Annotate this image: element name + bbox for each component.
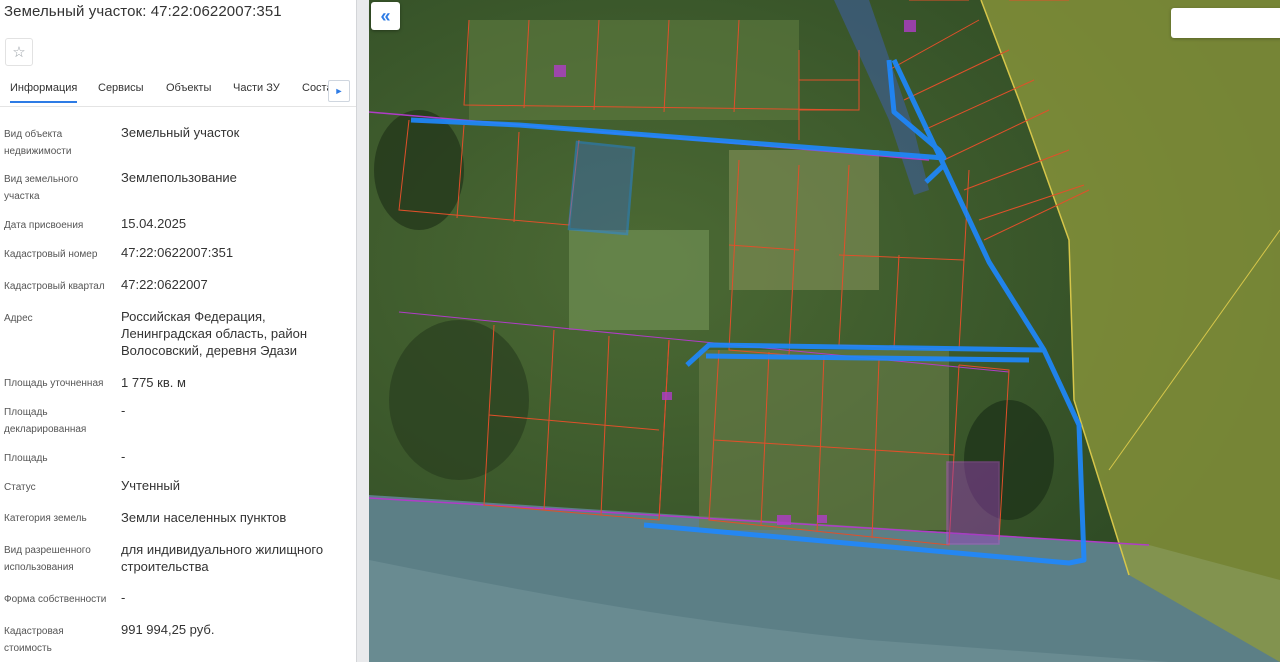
- meadow-4: [469, 20, 799, 120]
- selected-parcel: [567, 140, 636, 236]
- meadow-3: [699, 350, 949, 530]
- tab-divider: [0, 106, 356, 107]
- tab-parts[interactable]: Части ЗУ: [233, 82, 280, 94]
- tree-patch: [389, 320, 529, 480]
- tab-objects[interactable]: Объекты: [166, 82, 211, 94]
- pink-marker: [817, 515, 827, 523]
- label-area-refined: Площадь уточненная: [4, 378, 104, 389]
- tab-bar: Информация Сервисы Объекты Части ЗУ Сост…: [0, 82, 356, 108]
- pink-parcel: [946, 461, 1000, 545]
- meadow-2: [569, 230, 709, 330]
- value-permitted-use: для индивидуального жилищного строительс…: [121, 542, 324, 574]
- value-assign-date: 15.04.2025: [121, 216, 187, 231]
- label-area: Площадь: [4, 453, 48, 464]
- meadow-1: [729, 150, 879, 290]
- double-chevron-left-icon: «: [380, 5, 391, 26]
- tab-services[interactable]: Сервисы: [98, 82, 144, 94]
- label-cadastral-value: Кадастровая стоимость: [4, 626, 64, 654]
- label-land-category: Категория земель: [4, 513, 87, 524]
- label-land-type: Вид земельного участка: [4, 174, 79, 202]
- collapse-panel-button[interactable]: «: [371, 2, 400, 30]
- value-address: Российская Федерация, Ленинградская обла…: [121, 309, 308, 358]
- chevron-right-icon: ►: [334, 86, 344, 96]
- value-cadastral-value: 991 994,25 руб.: [121, 622, 215, 637]
- value-area-declared: -: [121, 403, 126, 418]
- panel-splitter[interactable]: [356, 0, 369, 662]
- pink-marker: [904, 20, 916, 32]
- map-view[interactable]: [369, 0, 1280, 662]
- value-cadastral-number: 47:22:0622007:351: [121, 245, 234, 260]
- label-status: Статус: [4, 482, 36, 493]
- star-icon: ☆: [12, 44, 26, 61]
- value-land-type: Землепользование: [121, 170, 237, 185]
- value-land-category: Земли населенных пунктов: [121, 510, 287, 525]
- favorite-button[interactable]: ☆: [5, 38, 33, 66]
- label-area-declared: Площадь декларированная: [4, 407, 87, 435]
- value-status: Учтенный: [121, 478, 181, 493]
- value-area-refined: 1 775 кв. м: [121, 375, 186, 390]
- pink-marker: [554, 65, 566, 77]
- satellite-map[interactable]: [369, 0, 1280, 662]
- value-area: -: [121, 449, 126, 464]
- label-cadastral-number: Кадастровый номер: [4, 249, 98, 260]
- label-cadastral-quarter: Кадастровый квартал: [4, 281, 105, 292]
- tab-information[interactable]: Информация: [10, 82, 78, 103]
- label-permitted-use: Вид разрешенного использования: [4, 545, 91, 573]
- pink-marker: [662, 392, 672, 400]
- tabs-next-button[interactable]: ►: [328, 80, 350, 102]
- pink-marker: [777, 515, 791, 525]
- page-title: Земельный участок: 47:22:0622007:351: [4, 3, 282, 20]
- label-address: Адрес: [4, 313, 33, 324]
- value-ownership: -: [121, 590, 126, 605]
- label-object-type: Вид объекта недвижимости: [4, 129, 72, 157]
- label-ownership: Форма собственности: [4, 594, 107, 605]
- value-cadastral-quarter: 47:22:0622007: [121, 277, 208, 292]
- map-search-box[interactable]: [1171, 8, 1280, 38]
- value-object-type: Земельный участок: [121, 125, 240, 140]
- info-panel: Земельный участок: 47:22:0622007:351 ☆ И…: [0, 0, 356, 662]
- label-assign-date: Дата присвоения: [4, 220, 84, 231]
